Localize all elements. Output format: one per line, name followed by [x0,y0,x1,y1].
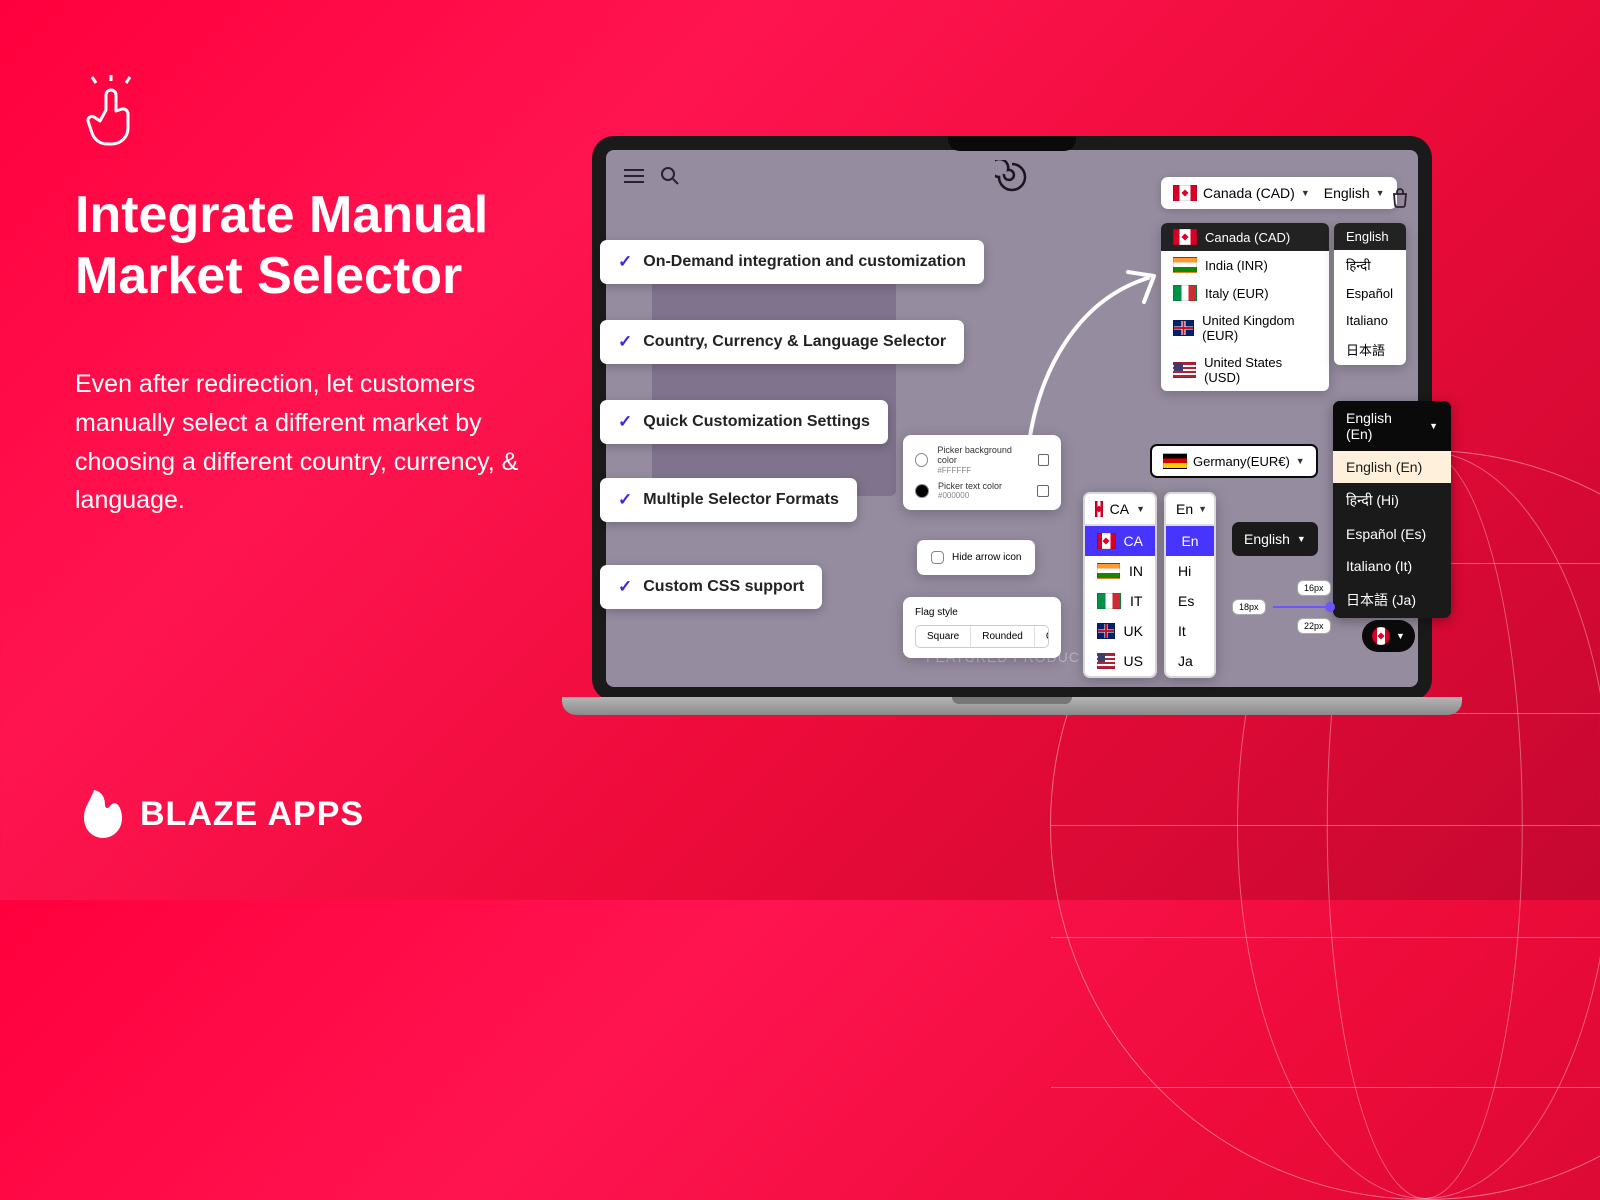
feature-on-demand: ✓On-Demand integration and customization [600,240,984,284]
dark-lang-hi[interactable]: हिन्दी (Hi) [1333,483,1451,518]
round-flag-pill[interactable]: ▼ [1362,620,1415,652]
language-dropdown[interactable]: English हिन्दी Español Italiano 日本語 [1334,223,1406,365]
palette-icon[interactable] [1038,454,1049,466]
feature-css: ✓Custom CSS support [600,565,822,609]
short-lang-ja[interactable]: Ja [1166,646,1214,676]
flag-style-card: Flag style Square Rounded Circle [903,597,1061,658]
short-country-header[interactable]: CA [1085,526,1155,556]
dark-lang-header[interactable]: English (En)▼ [1333,401,1451,451]
short-lang-dropdown[interactable]: En▼ En Hi Es It Ja [1164,492,1216,678]
bg-color-row[interactable]: Picker background color#FFFFFF [915,445,1049,475]
english-dark-pill[interactable]: English▼ [1232,522,1318,556]
page-title: Integrate Manual Market Selector [75,185,488,308]
short-lang-header[interactable]: En [1166,526,1214,556]
short-lang-es[interactable]: Es [1166,586,1214,616]
short-country-in[interactable]: IN [1085,556,1155,586]
dark-lang-en[interactable]: English (En) [1333,451,1451,483]
dark-lang-es[interactable]: Español (Es) [1333,518,1451,550]
dark-lang-ja[interactable]: 日本語 (Ja) [1333,582,1451,618]
language-select[interactable]: English▼ [1324,185,1385,201]
flag-style-segment[interactable]: Square Rounded Circle [915,625,1049,648]
size-widget: 16px 18px 22px [1232,580,1331,634]
short-country-dropdown[interactable]: CA▼ CA IN IT UK US [1083,492,1157,678]
hide-arrow-toggle[interactable]: Hide arrow icon [917,540,1035,575]
language-dropdown-dark[interactable]: English (En)▼ English (En) हिन्दी (Hi) E… [1333,401,1451,618]
feature-quick-custom: ✓Quick Customization Settings [600,400,888,444]
seg-rounded[interactable]: Rounded [971,626,1035,647]
short-lang-top[interactable]: En▼ [1166,494,1214,526]
color-picker-card: Picker background color#FFFFFF Picker te… [903,435,1061,510]
country-option-in[interactable]: India (INR) [1161,251,1329,279]
lang-option-it[interactable]: Italiano [1334,307,1406,334]
seg-circle[interactable]: Circle [1035,626,1049,647]
country-option-us[interactable]: United States (USD) [1161,349,1329,391]
seg-square[interactable]: Square [916,626,971,647]
short-country-uk[interactable]: UK [1085,616,1155,646]
feature-selector: ✓Country, Currency & Language Selector [600,320,964,364]
brand-logo: BLAZE APPS [80,788,364,840]
country-option-it[interactable]: Italy (EUR) [1161,279,1329,307]
lang-option-es[interactable]: Español [1334,280,1406,307]
lang-option-hi[interactable]: हिन्दी [1334,250,1406,280]
short-country-us[interactable]: US [1085,646,1155,676]
country-dropdown[interactable]: Canada (CAD) India (INR) Italy (EUR) Uni… [1161,223,1329,391]
country-option-ca[interactable]: Canada (CAD) [1161,223,1329,251]
palette-icon[interactable] [1037,485,1049,497]
cart-icon[interactable] [1389,187,1582,214]
country-select[interactable]: Canada (CAD)▼ [1173,185,1310,201]
short-country-it[interactable]: IT [1085,586,1155,616]
lang-option-ja[interactable]: 日本語 [1334,334,1406,365]
touch-icon [82,75,142,155]
product-card [652,258,896,496]
text-color-row[interactable]: Picker text color#000000 [915,481,1049,501]
germany-selector[interactable]: Germany(EUR€)▼ [1150,444,1318,478]
short-lang-it[interactable]: It [1166,616,1214,646]
country-option-uk[interactable]: United Kingdom (EUR) [1161,307,1329,349]
lang-option-en[interactable]: English [1334,223,1406,250]
arrow-icon [1008,260,1168,460]
dark-lang-it[interactable]: Italiano (It) [1333,550,1451,582]
page-description: Even after redirection, let customers ma… [75,365,545,520]
feature-formats: ✓Multiple Selector Formats [600,478,857,522]
short-country-header-top[interactable]: CA▼ [1085,494,1155,526]
flag-style-label: Flag style [915,607,1049,618]
hamburger-icon[interactable] [624,169,644,183]
short-lang-hi[interactable]: Hi [1166,556,1214,586]
search-icon[interactable] [660,166,680,186]
store-logo-icon [995,160,1029,199]
market-selector[interactable]: Canada (CAD)▼ English▼ [1161,177,1397,209]
